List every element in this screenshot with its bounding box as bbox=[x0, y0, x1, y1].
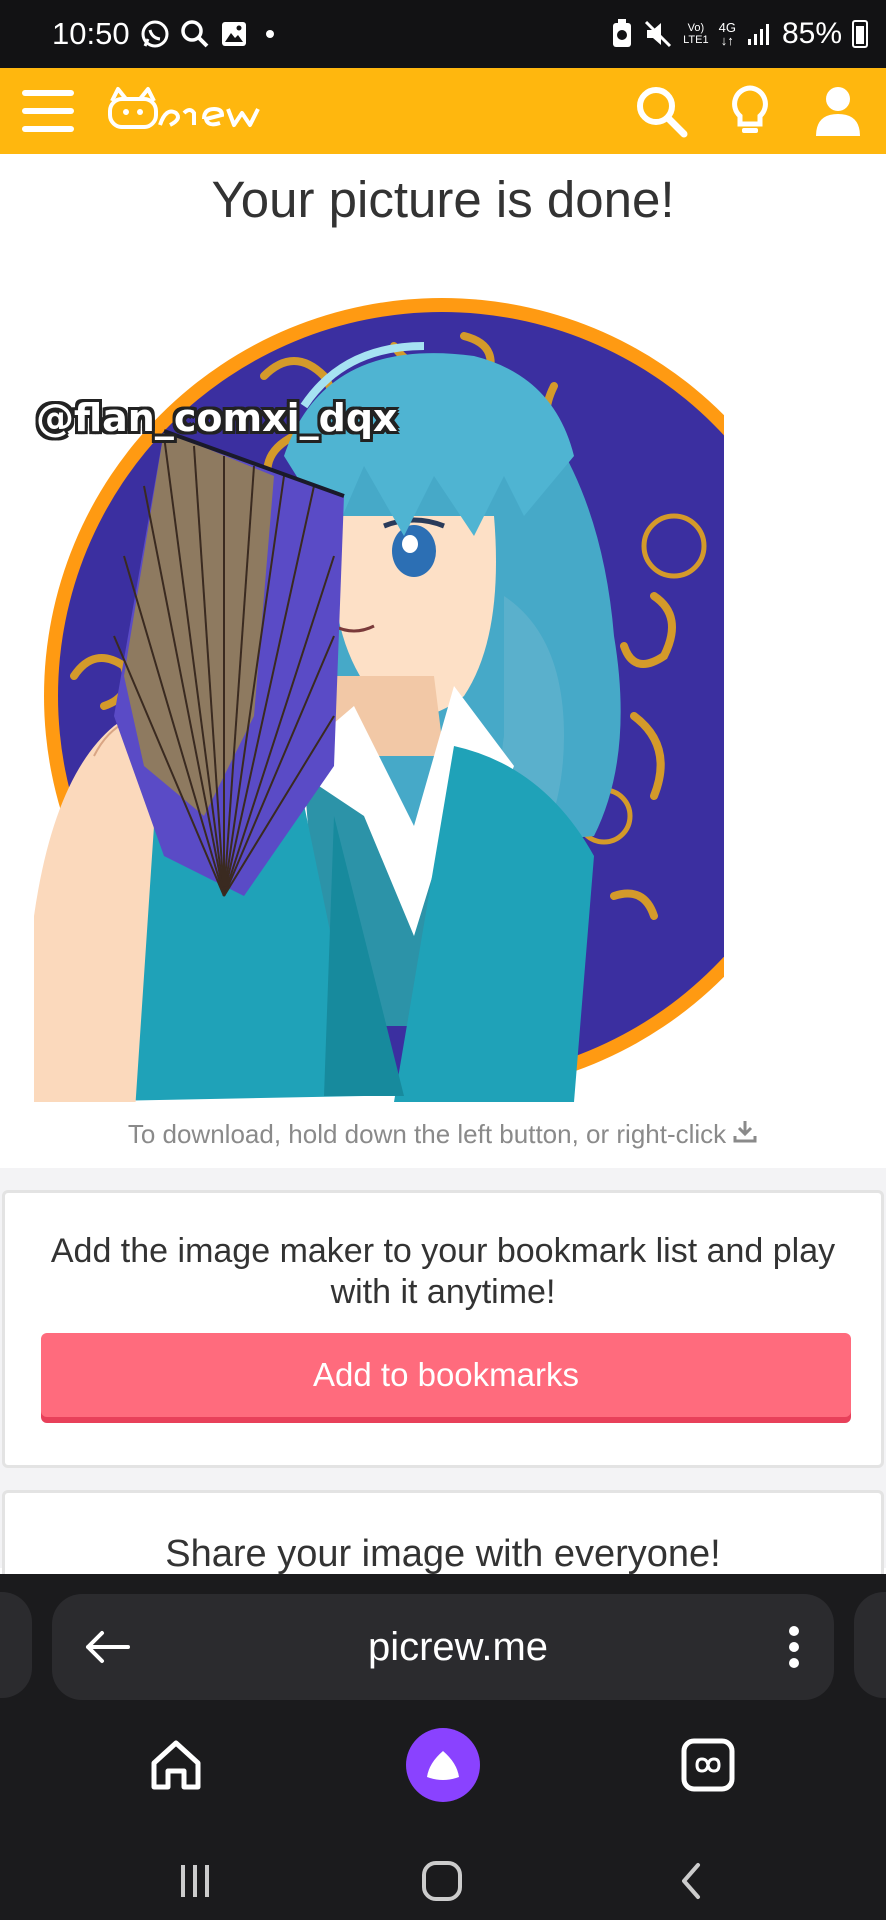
bookmark-card-text: Add the image maker to your bookmark lis… bbox=[50, 1232, 836, 1311]
browser-toolbar: picrew.me bbox=[0, 1574, 886, 1920]
header-actions bbox=[634, 84, 864, 138]
volte-icon: Vo) LTE1 bbox=[683, 22, 708, 46]
lightbulb-icon[interactable] bbox=[730, 84, 770, 138]
browser-bottom-nav bbox=[0, 1728, 886, 1828]
mute-icon bbox=[643, 19, 673, 49]
data-arrows-icon: ↓↑ bbox=[720, 33, 734, 48]
signal-icon bbox=[746, 21, 772, 47]
lte-label: LTE1 bbox=[683, 34, 709, 46]
battery-icon bbox=[852, 20, 868, 48]
watermark-text: @flan_comxi_dqx bbox=[36, 396, 398, 440]
url-text[interactable]: picrew.me bbox=[132, 1625, 784, 1670]
system-navigation-bar bbox=[0, 1842, 886, 1920]
alice-icon[interactable] bbox=[405, 1728, 481, 1802]
home-icon[interactable] bbox=[144, 1728, 208, 1802]
status-bar-left: 10:50 bbox=[52, 16, 274, 52]
share-card-text: Share your image with everyone! bbox=[165, 1533, 721, 1575]
home-button-icon[interactable] bbox=[417, 1842, 467, 1920]
page-title: Your picture is done! bbox=[211, 171, 675, 228]
site-header bbox=[0, 68, 886, 154]
search-notification-icon bbox=[180, 19, 210, 49]
previous-tab-peek[interactable] bbox=[0, 1592, 32, 1698]
whatsapp-icon bbox=[140, 19, 170, 49]
notification-dot bbox=[265, 30, 274, 38]
status-bar: 10:50 Vo) LTE1 4G ↓↑ 85% bbox=[0, 0, 886, 68]
system-back-icon[interactable] bbox=[666, 1842, 716, 1920]
status-time: 10:50 bbox=[52, 16, 130, 51]
battery-saver-icon bbox=[611, 19, 633, 49]
download-hint-text: To download, hold down the left button, … bbox=[127, 1119, 727, 1149]
recent-apps-icon[interactable] bbox=[170, 1842, 220, 1920]
download-icon bbox=[732, 1118, 758, 1151]
download-hint: To download, hold down the left button, … bbox=[0, 1118, 886, 1151]
picrew-logo[interactable] bbox=[104, 83, 274, 139]
user-icon[interactable] bbox=[812, 84, 864, 138]
next-tab-peek[interactable] bbox=[854, 1592, 886, 1698]
gallery-icon bbox=[220, 20, 248, 48]
generated-picture[interactable]: @flan_comxi_dqx bbox=[34, 296, 724, 1102]
add-to-bookmarks-button[interactable]: Add to bookmarks bbox=[41, 1333, 851, 1417]
menu-icon[interactable] bbox=[22, 90, 74, 132]
bookmark-card: Add the image maker to your bookmark lis… bbox=[2, 1190, 884, 1468]
status-bar-right: Vo) LTE1 4G ↓↑ 85% bbox=[611, 17, 868, 51]
network-4g-icon: 4G ↓↑ bbox=[719, 21, 736, 47]
tabs-icon[interactable] bbox=[676, 1728, 740, 1802]
battery-percent: 85% bbox=[781, 17, 842, 50]
address-bar[interactable]: picrew.me bbox=[52, 1594, 834, 1700]
more-vert-icon[interactable] bbox=[784, 1624, 804, 1670]
search-icon[interactable] bbox=[634, 84, 688, 138]
volte-label: Vo) bbox=[687, 22, 705, 34]
back-arrow-icon[interactable] bbox=[82, 1627, 132, 1667]
